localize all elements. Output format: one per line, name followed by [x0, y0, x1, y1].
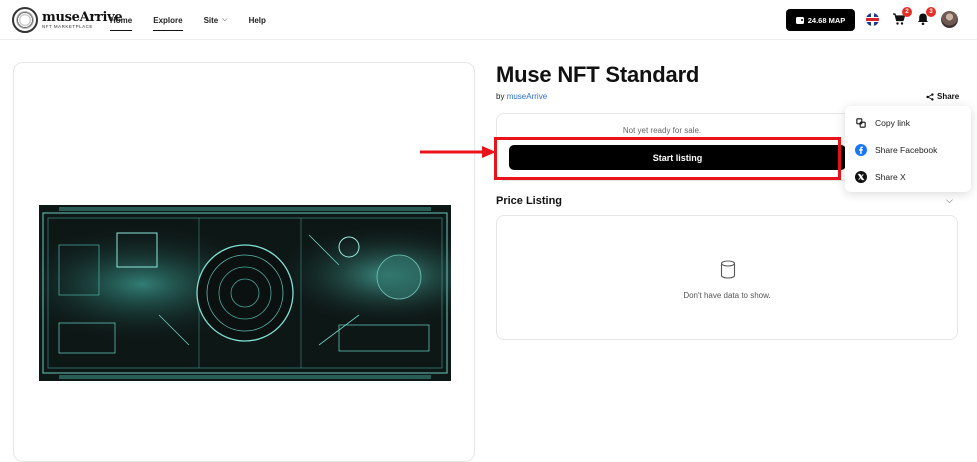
creator-line: by museArrive: [496, 92, 547, 101]
wallet-balance-button[interactable]: 24.68 MAP: [786, 9, 855, 31]
copy-link-icon: [855, 117, 867, 129]
empty-state-text: Don't have data to show.: [683, 291, 771, 300]
avatar[interactable]: [941, 11, 958, 28]
creator-link[interactable]: museArrive: [507, 92, 547, 101]
share-icon: [926, 92, 934, 101]
chevron-down-icon: ⌵: [222, 16, 228, 23]
menu-item-label: Share X: [875, 172, 906, 182]
notification-count-badge: 3: [926, 7, 936, 17]
uk-flag-icon[interactable]: [866, 13, 879, 26]
logo-seal-icon: [12, 7, 38, 33]
cart-button[interactable]: 2: [892, 7, 912, 26]
sale-status-text: Not yet ready for sale.: [622, 126, 702, 135]
nft-image-card: [13, 62, 475, 462]
chevron-down-icon[interactable]: ⌵: [946, 195, 953, 206]
facebook-icon: [855, 144, 867, 156]
nav-site[interactable]: Site ⌵: [204, 0, 228, 40]
nav-help[interactable]: Help: [249, 0, 266, 40]
by-prefix: by: [496, 92, 505, 101]
wallet-balance: 24.68 MAP: [807, 15, 846, 25]
cart-count-badge: 2: [902, 7, 912, 17]
menu-item-label: Share Facebook: [875, 145, 938, 155]
share-label: Share: [937, 92, 960, 101]
notifications-button[interactable]: 3: [916, 7, 936, 26]
menu-item-label: Copy link: [875, 118, 910, 128]
logo[interactable]: museArrive NFT MARKETPLACE: [12, 7, 123, 33]
x-icon: [855, 171, 867, 183]
highlight-box: [494, 137, 841, 180]
main-nav: Home Explore Site ⌵ Help: [110, 0, 266, 40]
wallet-icon: [795, 16, 804, 24]
share-menu: Copy link Share Facebook Share X: [845, 106, 971, 192]
nft-artwork-image: [39, 205, 451, 381]
nav-site-label: Site: [203, 15, 219, 25]
nav-home[interactable]: Home: [110, 0, 133, 40]
pointer-arrow-icon: [420, 146, 496, 158]
price-listing-title[interactable]: Price Listing: [496, 195, 562, 207]
nft-title: Muse NFT Standard: [496, 62, 700, 87]
share-button[interactable]: Share: [926, 92, 959, 101]
menu-item-share-facebook[interactable]: Share Facebook: [855, 142, 937, 158]
nav-explore[interactable]: Explore: [153, 0, 183, 40]
database-icon: [720, 260, 736, 279]
top-navbar: museArrive NFT MARKETPLACE Home Explore …: [0, 0, 977, 40]
menu-item-copy-link[interactable]: Copy link: [855, 115, 910, 131]
price-listing-card: Don't have data to show.: [496, 215, 958, 340]
menu-item-share-x[interactable]: Share X: [855, 169, 906, 185]
